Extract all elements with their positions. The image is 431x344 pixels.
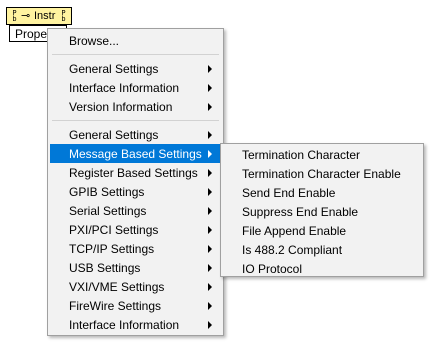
submenu-arrow-icon (208, 131, 212, 139)
property-terminal-label: Prope (15, 27, 48, 41)
menu-item-general-settings-1[interactable]: General Settings (50, 59, 221, 78)
submenu-arrow-icon (208, 302, 212, 310)
submenu-item-suppress-end-enable[interactable]: Suppress End Enable (223, 202, 421, 221)
submenu-arrow-icon (208, 150, 212, 158)
submenu-item-io-protocol[interactable]: IO Protocol (223, 259, 421, 278)
submenu-item-send-end-enable[interactable]: Send End Enable (223, 183, 421, 202)
menu-item-message-based-settings[interactable]: Message Based Settings (50, 144, 221, 163)
submenu-arrow-icon (208, 321, 212, 329)
submenu-arrow-icon (208, 169, 212, 177)
submenu-arrow-icon (208, 207, 212, 215)
menu-item-interface-information-1[interactable]: Interface Information (50, 78, 221, 97)
menu-item-gpib-settings[interactable]: GPIB Settings (50, 182, 221, 201)
menu-item-version-information[interactable]: Version Information (50, 97, 221, 116)
menu-item-interface-information-2[interactable]: Interface Information (50, 315, 221, 334)
menu-item-serial-settings[interactable]: Serial Settings (50, 201, 221, 220)
submenu-arrow-icon (208, 245, 212, 253)
menu-item-register-based-settings[interactable]: Register Based Settings (50, 163, 221, 182)
menu-item-vxi-vme-settings[interactable]: VXI/VME Settings (50, 277, 221, 296)
menu-item-browse[interactable]: Browse... (50, 31, 221, 50)
submenu-arrow-icon (208, 264, 212, 272)
submenu-arrow-icon (208, 84, 212, 92)
instrument-icon: ⊸ (21, 10, 31, 22)
menu-item-firewire-settings[interactable]: FireWire Settings (50, 296, 221, 315)
property-node[interactable]: Pb ⊸ Instr Pb (6, 7, 72, 25)
submenu-arrow-icon (208, 188, 212, 196)
submenu-arrow-icon (208, 65, 212, 73)
menu-item-tcpip-settings[interactable]: TCP/IP Settings (50, 239, 221, 258)
message-based-settings-submenu: Termination Character Termination Charac… (220, 143, 424, 277)
menu-item-pxi-pci-settings[interactable]: PXI/PCI Settings (50, 220, 221, 239)
submenu-arrow-icon (208, 226, 212, 234)
submenu-item-file-append-enable[interactable]: File Append Enable (223, 221, 421, 240)
context-menu: Browse... General Settings Interface Inf… (47, 28, 224, 336)
node-class-name: Instr (34, 10, 56, 22)
submenu-item-termination-character-enable[interactable]: Termination Character Enable (223, 164, 421, 183)
submenu-item-termination-character[interactable]: Termination Character (223, 145, 421, 164)
reference-out-icon[interactable]: Pb (59, 10, 68, 23)
menu-separator (52, 54, 219, 55)
menu-separator (52, 120, 219, 121)
submenu-arrow-icon (208, 283, 212, 291)
submenu-arrow-icon (208, 103, 212, 111)
menu-item-usb-settings[interactable]: USB Settings (50, 258, 221, 277)
menu-item-general-settings-2[interactable]: General Settings (50, 125, 221, 144)
submenu-item-is-488-2-compliant[interactable]: Is 488.2 Compliant (223, 240, 421, 259)
reference-in-icon[interactable]: Pb (10, 10, 19, 23)
